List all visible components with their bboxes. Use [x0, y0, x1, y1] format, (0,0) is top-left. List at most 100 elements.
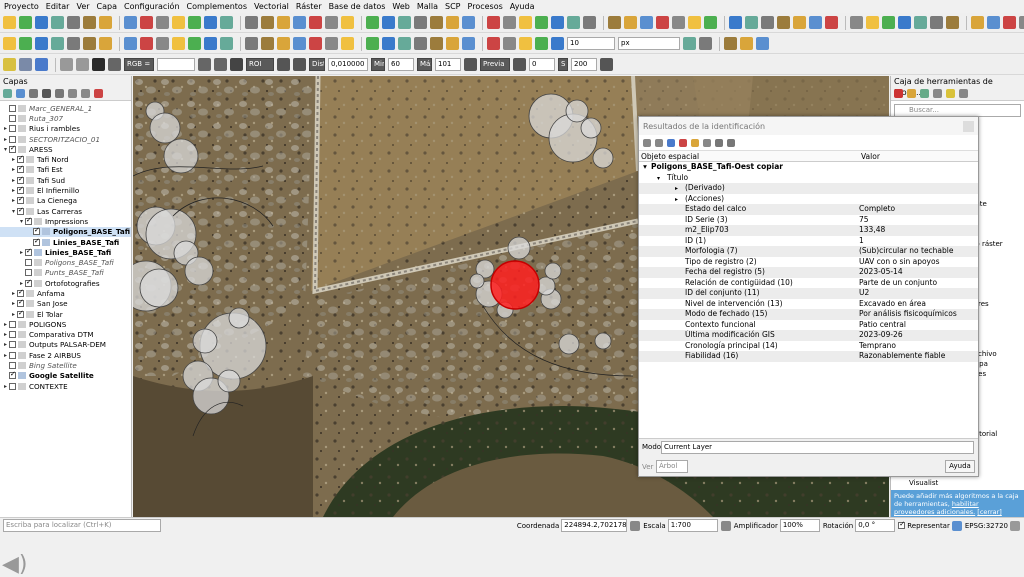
undo-icon[interactable]	[325, 37, 338, 50]
tool-icon[interactable]	[600, 58, 613, 71]
layer-checkbox[interactable]	[17, 299, 24, 308]
layer-item[interactable]: ▸ Linies_BASE_Tafi	[0, 247, 131, 257]
zoom-out-icon[interactable]	[930, 16, 943, 29]
layer-item[interactable]: ▸ CONTEXTE	[0, 381, 131, 391]
attribute-row[interactable]: m2_Elip703 133,48	[639, 225, 978, 236]
print-icon[interactable]	[462, 16, 475, 29]
min-input[interactable]: 60	[388, 58, 414, 71]
settings-icon[interactable]	[727, 138, 735, 147]
layer-checkbox[interactable]	[9, 341, 16, 349]
print-icon[interactable]	[51, 16, 64, 29]
results-icon[interactable]	[933, 89, 942, 98]
expand-arrow-icon[interactable]: ▸	[2, 321, 9, 328]
zoom-out-icon[interactable]	[729, 16, 742, 29]
edit-pencil-icon[interactable]	[366, 37, 379, 50]
pan-icon[interactable]	[898, 16, 911, 29]
max-input[interactable]: 101	[435, 58, 461, 71]
layer-checkbox[interactable]	[17, 185, 24, 195]
rgb-select[interactable]	[157, 58, 195, 71]
copy-feature-icon[interactable]	[691, 138, 699, 147]
layer-checkbox[interactable]	[17, 196, 24, 205]
attribute-row[interactable]: Estado del calco Completo	[639, 204, 978, 215]
layer-item[interactable]: ▸ Tafi Nord	[0, 154, 131, 164]
vertex-icon[interactable]	[430, 37, 443, 50]
menu-vectorial[interactable]: Vectorial	[254, 2, 289, 11]
identify-icon[interactable]	[946, 16, 959, 29]
zoom-in-icon[interactable]	[83, 16, 96, 29]
layer-checkbox[interactable]	[9, 351, 16, 359]
layer-item[interactable]: ▸ Ortofotografies	[0, 278, 131, 288]
layer-icon[interactable]	[809, 16, 822, 29]
undo-icon[interactable]	[446, 37, 459, 50]
magnifier-input[interactable]: 100%	[779, 519, 820, 532]
snap-tolerance-input[interactable]: 10	[567, 37, 615, 50]
tool-icon[interactable]	[76, 58, 89, 71]
layer-checkbox[interactable]	[9, 144, 16, 153]
attribute-row[interactable]: Nivel de intervención (13) Excavado en ár…	[639, 299, 978, 310]
snap-icon[interactable]	[51, 37, 64, 50]
expand-arrow-icon[interactable]: ▸	[2, 352, 9, 359]
attribute-row[interactable]: Cronología principal (14) Temprano	[639, 341, 978, 352]
layer-checkbox[interactable]	[17, 309, 24, 318]
layer-checkbox[interactable]	[9, 331, 16, 339]
pan-icon[interactable]	[487, 16, 500, 29]
layer-checkbox[interactable]	[9, 371, 16, 380]
open-icon[interactable]	[850, 16, 863, 29]
tool-icon[interactable]	[464, 58, 477, 71]
save-icon[interactable]	[866, 16, 879, 29]
digitize-icon[interactable]	[19, 37, 32, 50]
open-icon[interactable]	[19, 16, 32, 29]
pan-icon[interactable]	[67, 16, 80, 29]
tool-icon[interactable]	[60, 58, 73, 71]
zoom-in-icon[interactable]	[704, 16, 717, 29]
layer-checkbox[interactable]	[9, 382, 16, 390]
attribute-row[interactable]: Contexto funcional Patio central	[639, 320, 978, 331]
digitize-icon[interactable]	[382, 37, 395, 50]
models-icon[interactable]	[894, 89, 903, 98]
expand-arrow-icon[interactable]: ▸	[2, 331, 9, 338]
layer-checkbox[interactable]	[17, 154, 24, 164]
edit-pencil-icon[interactable]	[245, 37, 258, 50]
expand-tree-icon[interactable]	[643, 138, 651, 147]
node-tool-icon[interactable]	[398, 37, 411, 50]
layer-checkbox[interactable]	[33, 237, 40, 246]
tool-icon[interactable]	[293, 58, 306, 71]
refresh-icon[interactable]	[172, 16, 185, 29]
rotation-input[interactable]: 0,0 °	[855, 519, 896, 532]
messages-icon[interactable]	[1010, 520, 1020, 531]
layer-checkbox[interactable]	[25, 247, 32, 256]
menu-ayuda[interactable]: Ayuda	[510, 2, 535, 11]
layer-item[interactable]: ▸ El Tolar	[0, 309, 131, 319]
preview-button[interactable]: Previa	[480, 58, 510, 71]
layer-item[interactable]: Bing Satellite	[0, 360, 131, 370]
layer-item[interactable]: Punts_BASE_Tafi	[0, 268, 131, 278]
digitize-icon[interactable]	[140, 37, 153, 50]
expand-arrow-icon[interactable]: ▸	[10, 187, 17, 194]
filter-legend-icon[interactable]	[55, 89, 64, 98]
save-icon[interactable]	[656, 16, 669, 29]
print-icon[interactable]	[882, 16, 895, 29]
refresh-icon[interactable]	[793, 16, 806, 29]
edit-pencil-icon[interactable]	[487, 37, 500, 50]
identify-icon[interactable]	[745, 16, 758, 29]
attribute-row[interactable]: ▸ (Derivado)	[639, 183, 978, 194]
layer-icon[interactable]	[188, 16, 201, 29]
menu-editar[interactable]: Editar	[46, 2, 70, 11]
redo-icon[interactable]	[220, 37, 233, 50]
expand-arrow-icon[interactable]: ▾	[18, 218, 25, 225]
redo-icon[interactable]	[699, 37, 712, 50]
print-icon[interactable]	[703, 138, 711, 147]
filter-icon[interactable]	[42, 89, 51, 98]
zoom-icon[interactable]	[108, 58, 121, 71]
remove-layer-icon[interactable]	[94, 89, 103, 98]
menu-complementos[interactable]: Complementos	[187, 2, 247, 11]
scripts-icon[interactable]	[907, 89, 916, 98]
select-mode-icon[interactable]	[715, 138, 723, 147]
scp-dock-icon[interactable]	[92, 58, 105, 71]
expand-arrow-icon[interactable]: ▸	[10, 177, 17, 184]
edit-icon[interactable]	[946, 89, 955, 98]
undo-icon[interactable]	[204, 37, 217, 50]
warning-icon[interactable]	[3, 58, 16, 71]
layer-item[interactable]: Google Satellite	[0, 371, 131, 381]
expand-arrow-icon[interactable]: ▸	[2, 125, 9, 132]
